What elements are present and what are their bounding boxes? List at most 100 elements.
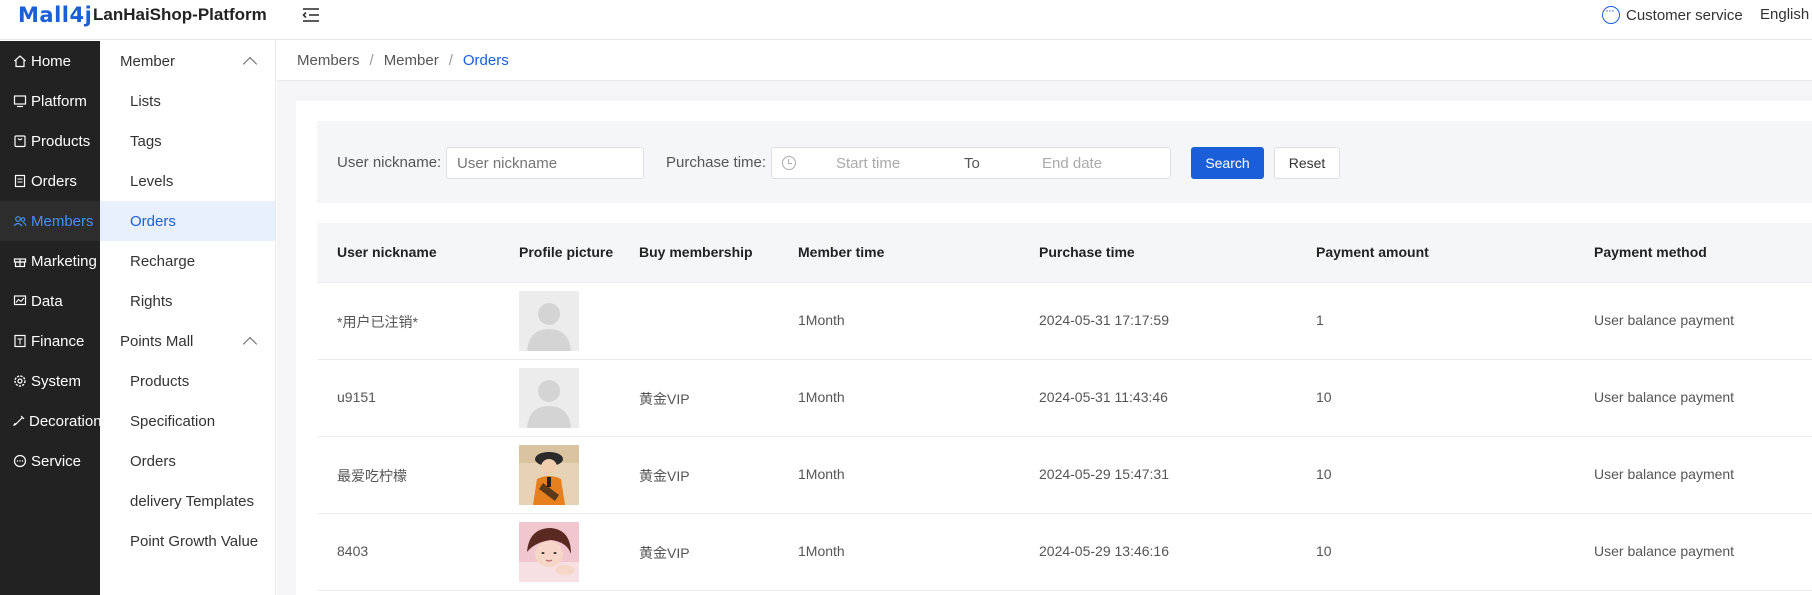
main-sidebar: Home Platform Products Orders Members Ma… [0,41,102,595]
logo-text: Mall4j [18,3,93,27]
language-select[interactable]: English [1760,6,1809,23]
customer-service-link[interactable]: Customer service [1602,3,1743,24]
cell-member-time: 1Month [798,543,845,559]
breadcrumb-item[interactable]: Member [384,52,439,69]
finance-icon [12,333,28,349]
sidebar-item-label: System [31,372,82,390]
submenu-item-points-orders[interactable]: Orders [100,441,275,481]
submenu-item-label: Lists [130,92,161,110]
table-header: User nickname Profile picture Buy member… [317,223,1812,283]
home-icon [12,53,28,69]
submenu-item-points-products[interactable]: Products [100,361,275,401]
submenu-item-tags[interactable]: Tags [100,121,275,161]
submenu-item-rights[interactable]: Rights [100,281,275,321]
avatar [519,291,579,351]
sidebar-item-service[interactable]: Service [0,441,100,481]
submenu-item-label: Specification [130,412,216,430]
sidebar-item-data[interactable]: Data [0,281,100,321]
sidebar-item-marketing[interactable]: Marketing [0,241,100,281]
sidebar-item-system[interactable]: System [0,361,100,401]
sidebar-item-label: Marketing [31,252,97,270]
table-row: 最爱吃柠檬 黄金VIP 1Month 2024-05-29 15:47:31 1… [317,437,1812,514]
cell-nickname: 8403 [337,543,369,559]
logo[interactable]: Mall4j [18,3,93,27]
sidebar-item-label: Home [31,52,72,70]
submenu-item-levels[interactable]: Levels [100,161,275,201]
column-header: Payment amount [1316,244,1429,260]
submenu-item-label: Rights [130,292,173,310]
sidebar-item-orders[interactable]: Orders [0,161,100,201]
column-header: Purchase time [1039,244,1135,260]
cell-payment-method: User balance payment [1594,543,1735,559]
cell-purchase-time: 2024-05-29 15:47:31 [1039,466,1169,482]
table-row: *用户已注销* 1Month 2024-05-31 17:17:59 1 Use… [317,283,1812,360]
nickname-input[interactable] [446,147,644,179]
table-row: u9151 黄金VIP 1Month 2024-05-31 11:43:46 1… [317,360,1812,437]
breadcrumb-separator: / [369,52,374,69]
customer-service-label: Customer service [1626,6,1743,24]
cell-purchase-time: 2024-05-31 11:43:46 [1039,389,1168,405]
cell-nickname: u9151 [337,389,376,405]
submenu-item-label: Point Growth Value [130,532,259,550]
submenu-item-label: Orders [130,452,176,470]
submenu-item-lists[interactable]: Lists [100,81,275,121]
top-header: Mall4j LanHaiShop-Platform Customer serv… [0,0,1812,40]
end-date-placeholder[interactable]: End date [1042,155,1102,172]
submenu-item-orders[interactable]: Orders [100,201,275,241]
column-header: User nickname [337,244,437,260]
submenu-item-recharge[interactable]: Recharge [100,241,275,281]
submenu-item-label: Tags [130,132,162,150]
cell-purchase-time: 2024-05-31 17:17:59 [1039,312,1169,328]
submenu-group-member[interactable]: Member [100,41,275,81]
sidebar-item-label: Orders [31,172,77,190]
breadcrumb-separator: / [448,52,453,69]
purchase-time-label: Purchase time: [666,154,767,171]
sidebar-item-finance[interactable]: Finance [0,321,100,361]
cell-purchase-time: 2024-05-29 13:46:16 [1039,543,1169,559]
submenu-item-label: delivery Templates [130,492,254,510]
reset-button[interactable]: Reset [1274,147,1340,179]
document-icon [12,173,28,189]
sidebar-item-members[interactable]: Members [0,201,100,241]
sidebar-item-platform[interactable]: Platform [0,81,100,121]
column-header: Profile picture [519,244,614,260]
chevron-up-icon [242,336,258,351]
column-header: Buy membership [639,244,753,260]
breadcrumb-current: Orders [462,52,509,69]
language-label: English [1760,6,1810,23]
cell-amount: 10 [1316,466,1332,482]
search-button[interactable]: Search [1191,147,1264,179]
submenu-item-label: Orders [130,212,176,230]
chevron-up-icon [242,56,258,71]
breadcrumb-item[interactable]: Members [297,52,360,69]
purchase-date-range[interactable]: Start time To End date [771,147,1171,179]
submenu-item-label: Recharge [130,252,196,270]
sidebar-item-home[interactable]: Home [0,41,100,81]
chat-icon [12,453,28,469]
sidebar-item-products[interactable]: Products [0,121,100,161]
cell-amount: 1 [1316,312,1324,328]
bag-icon [12,133,28,149]
sidebar-item-label: Members [31,212,94,230]
start-time-placeholder[interactable]: Start time [836,155,900,172]
submenu-item-delivery-templates[interactable]: delivery Templates [100,481,275,521]
submenu-item-point-growth-value[interactable]: Point Growth Value [100,521,275,561]
sidebar-item-decoration[interactable]: Decoration [0,401,102,441]
cell-nickname: *用户已注销* [337,314,418,330]
cell-payment-method: User balance payment [1594,389,1735,405]
chart-icon [12,293,28,309]
avatar [519,368,579,428]
platform-name: LanHaiShop-Platform [93,5,267,24]
cell-amount: 10 [1316,389,1332,405]
submenu-group-label: Points Mall [120,332,194,350]
submenu-item-label: Products [130,372,190,390]
gear-icon [12,373,28,389]
submenu-item-label: Levels [130,172,174,190]
submenu-group-points-mall[interactable]: Points Mall [100,321,275,361]
sidebar-item-label: Products [31,132,91,150]
nickname-label: User nickname: [337,154,442,171]
cell-membership: 黄金VIP [639,391,690,407]
sidebar-item-label: Platform [31,92,87,110]
menu-collapse-icon[interactable] [300,4,322,26]
submenu-item-specification[interactable]: Specification [100,401,275,441]
